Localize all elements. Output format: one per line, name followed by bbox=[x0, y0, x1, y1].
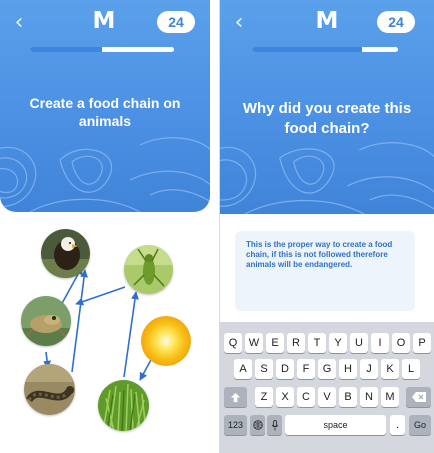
mic-key[interactable] bbox=[267, 415, 282, 435]
question-header: ‹ M 24 Create a food chain on animals bbox=[0, 0, 210, 212]
chevron-left-icon: ‹ bbox=[14, 10, 24, 35]
key-g[interactable]: G bbox=[318, 359, 336, 379]
backspace-icon bbox=[411, 392, 426, 403]
answer-area: This is the proper way to create a food … bbox=[220, 214, 434, 322]
on-screen-keyboard: Q W E R T Y U I O P A S D F G H J K L Z … bbox=[220, 322, 434, 453]
answer-textarea[interactable]: This is the proper way to create a food … bbox=[235, 231, 415, 311]
key-s[interactable]: S bbox=[255, 359, 273, 379]
grass-icon bbox=[98, 380, 149, 431]
globe-icon bbox=[252, 420, 263, 430]
app-logo: M bbox=[92, 8, 116, 34]
points-badge: 24 bbox=[377, 11, 415, 33]
key-t[interactable]: T bbox=[308, 333, 326, 353]
numbers-key[interactable]: 123 bbox=[224, 415, 247, 435]
back-button[interactable]: ‹ bbox=[230, 12, 248, 34]
key-o[interactable]: O bbox=[392, 333, 410, 353]
key-d[interactable]: D bbox=[276, 359, 294, 379]
key-a[interactable]: A bbox=[234, 359, 252, 379]
key-e[interactable]: E bbox=[266, 333, 284, 353]
key-x[interactable]: X bbox=[276, 387, 294, 407]
globe-key[interactable] bbox=[250, 415, 265, 435]
arrow-grass-to-grasshopper bbox=[123, 291, 139, 378]
microphone-icon bbox=[271, 419, 278, 431]
grasshopper-photo[interactable] bbox=[124, 245, 173, 294]
key-q[interactable]: Q bbox=[224, 333, 242, 353]
app-logo: M bbox=[315, 8, 339, 34]
arrow-snake-to-eagle bbox=[71, 269, 89, 373]
progress-fill bbox=[30, 47, 102, 52]
frog-photo[interactable] bbox=[21, 296, 71, 346]
sun-photo[interactable] bbox=[141, 316, 191, 366]
key-l[interactable]: L bbox=[402, 359, 420, 379]
snake-photo[interactable] bbox=[24, 364, 75, 415]
back-button[interactable]: ‹ bbox=[10, 12, 28, 34]
key-r[interactable]: R bbox=[287, 333, 305, 353]
shift-key[interactable] bbox=[224, 387, 247, 407]
sun-icon bbox=[141, 316, 191, 366]
progress-fill bbox=[252, 47, 362, 52]
food-chain-board bbox=[0, 212, 210, 453]
key-m[interactable]: M bbox=[381, 387, 399, 407]
question-title: Why did you create this food chain? bbox=[242, 100, 412, 137]
key-y[interactable]: Y bbox=[329, 333, 347, 353]
question-title: Create a food chain on animals bbox=[29, 95, 181, 129]
key-z[interactable]: Z bbox=[255, 387, 273, 407]
eagle-icon bbox=[41, 229, 90, 278]
answer-text: This is the proper way to create a food … bbox=[246, 240, 393, 269]
key-f[interactable]: F bbox=[297, 359, 315, 379]
go-key[interactable]: Go bbox=[409, 415, 431, 435]
key-w[interactable]: W bbox=[245, 333, 263, 353]
period-key[interactable]: . bbox=[390, 415, 405, 435]
screen-explain-chain: ‹ M 24 Why did you create this food chai… bbox=[219, 0, 434, 453]
key-p[interactable]: P bbox=[413, 333, 431, 353]
delete-key[interactable] bbox=[406, 387, 431, 407]
frog-icon bbox=[21, 296, 71, 346]
key-h[interactable]: H bbox=[339, 359, 357, 379]
key-v[interactable]: V bbox=[318, 387, 336, 407]
progress-bar bbox=[30, 47, 174, 52]
chevron-left-icon: ‹ bbox=[234, 10, 244, 35]
progress-bar bbox=[252, 47, 398, 52]
key-k[interactable]: K bbox=[381, 359, 399, 379]
screen-create-chain: ‹ M 24 Create a food chain on animals bbox=[0, 0, 210, 453]
key-i[interactable]: I bbox=[371, 333, 389, 353]
question-header: ‹ M 24 Why did you create this food chai… bbox=[220, 0, 434, 214]
key-u[interactable]: U bbox=[350, 333, 368, 353]
shift-arrow-icon bbox=[230, 392, 241, 402]
grass-photo[interactable] bbox=[98, 380, 149, 431]
eagle-photo[interactable] bbox=[41, 229, 90, 278]
key-b[interactable]: B bbox=[339, 387, 357, 407]
grasshopper-icon bbox=[124, 245, 173, 294]
key-n[interactable]: N bbox=[360, 387, 378, 407]
key-c[interactable]: C bbox=[297, 387, 315, 407]
points-badge: 24 bbox=[157, 11, 195, 33]
space-key[interactable]: space bbox=[285, 415, 386, 435]
key-j[interactable]: J bbox=[360, 359, 378, 379]
arrow-grasshopper-to-frog bbox=[75, 286, 126, 306]
snake-icon bbox=[24, 364, 75, 415]
